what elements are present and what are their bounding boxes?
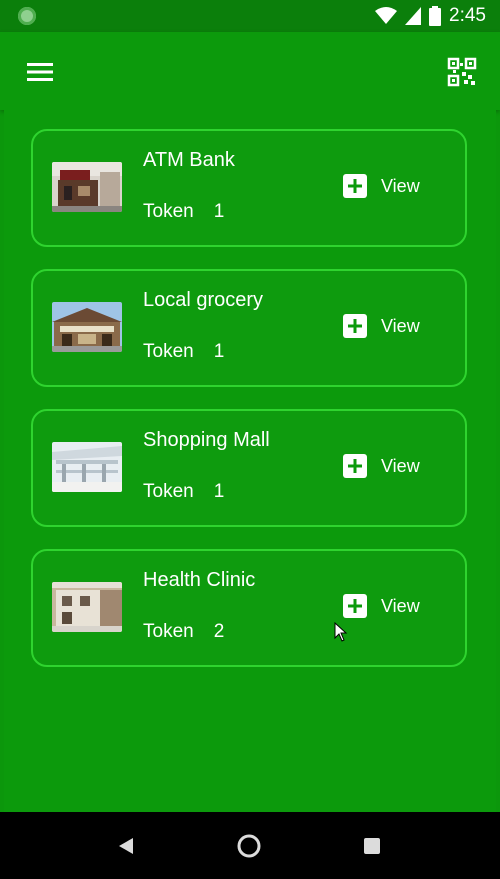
back-triangle-icon — [119, 838, 133, 854]
token-label: Token — [143, 201, 194, 222]
token-value: 2 — [213, 621, 225, 642]
token-value: 1 — [213, 481, 225, 502]
wifi-icon — [375, 7, 398, 24]
place-thumbnail — [52, 582, 122, 632]
mouse-cursor-icon — [334, 622, 348, 642]
home-button[interactable] — [236, 833, 262, 859]
qr-code-scan-icon — [447, 57, 477, 87]
back-button[interactable] — [113, 833, 139, 859]
status-time: 2:45 — [449, 5, 486, 26]
token-value: 1 — [213, 341, 225, 362]
status-icons: 2:45 — [375, 3, 486, 29]
place-title: Shopping Mall — [143, 429, 270, 451]
place-thumbnail — [52, 302, 122, 352]
place-card-atm-bank[interactable]: ATM Bank Token 1 View — [31, 129, 467, 247]
recents-button[interactable] — [359, 833, 385, 859]
system-navigation-bar — [0, 812, 500, 879]
place-card-shopping-mall[interactable]: Shopping Mall Token 1 View — [31, 409, 467, 527]
hamburger-menu-icon — [27, 63, 53, 81]
token-value: 1 — [213, 201, 225, 222]
place-title: Health Clinic — [143, 569, 256, 591]
place-list: ATM Bank Token 1 View Local grocery Toke… — [4, 110, 496, 812]
qr-scan-button[interactable] — [444, 54, 480, 90]
place-thumbnail — [52, 162, 122, 212]
notification-icon — [18, 7, 36, 25]
app-bar — [0, 32, 500, 110]
plus-icon — [343, 314, 367, 338]
plus-icon — [343, 174, 367, 198]
plus-icon — [343, 594, 367, 618]
view-label: View — [381, 175, 420, 196]
place-card-local-grocery[interactable]: Local grocery Token 1 View — [31, 269, 467, 387]
view-button[interactable]: View — [343, 451, 420, 481]
token-info: Token 1 — [143, 481, 224, 503]
token-info: Token 2 — [143, 621, 224, 643]
token-label: Token — [143, 621, 194, 642]
place-title: ATM Bank — [143, 149, 235, 171]
status-bar: 2:45 — [0, 0, 500, 32]
view-label: View — [381, 455, 420, 476]
plus-icon — [343, 454, 367, 478]
view-label: View — [381, 595, 420, 616]
view-button[interactable]: View — [343, 591, 420, 621]
place-title: Local grocery — [143, 289, 264, 311]
menu-button[interactable] — [22, 54, 58, 90]
token-info: Token 1 — [143, 201, 224, 223]
place-thumbnail — [52, 442, 122, 492]
token-label: Token — [143, 481, 194, 502]
app-screen: 2:45 ATM Bank Token 1 View Local grocery… — [0, 0, 500, 879]
token-label: Token — [143, 341, 194, 362]
recents-square-icon — [364, 838, 380, 854]
view-label: View — [381, 315, 420, 336]
signal-icon — [405, 7, 422, 25]
battery-icon — [429, 6, 442, 26]
place-card-health-clinic[interactable]: Health Clinic Token 2 View — [31, 549, 467, 667]
view-button[interactable]: View — [343, 171, 420, 201]
token-info: Token 1 — [143, 341, 224, 363]
home-circle-icon — [237, 834, 261, 858]
view-button[interactable]: View — [343, 311, 420, 341]
